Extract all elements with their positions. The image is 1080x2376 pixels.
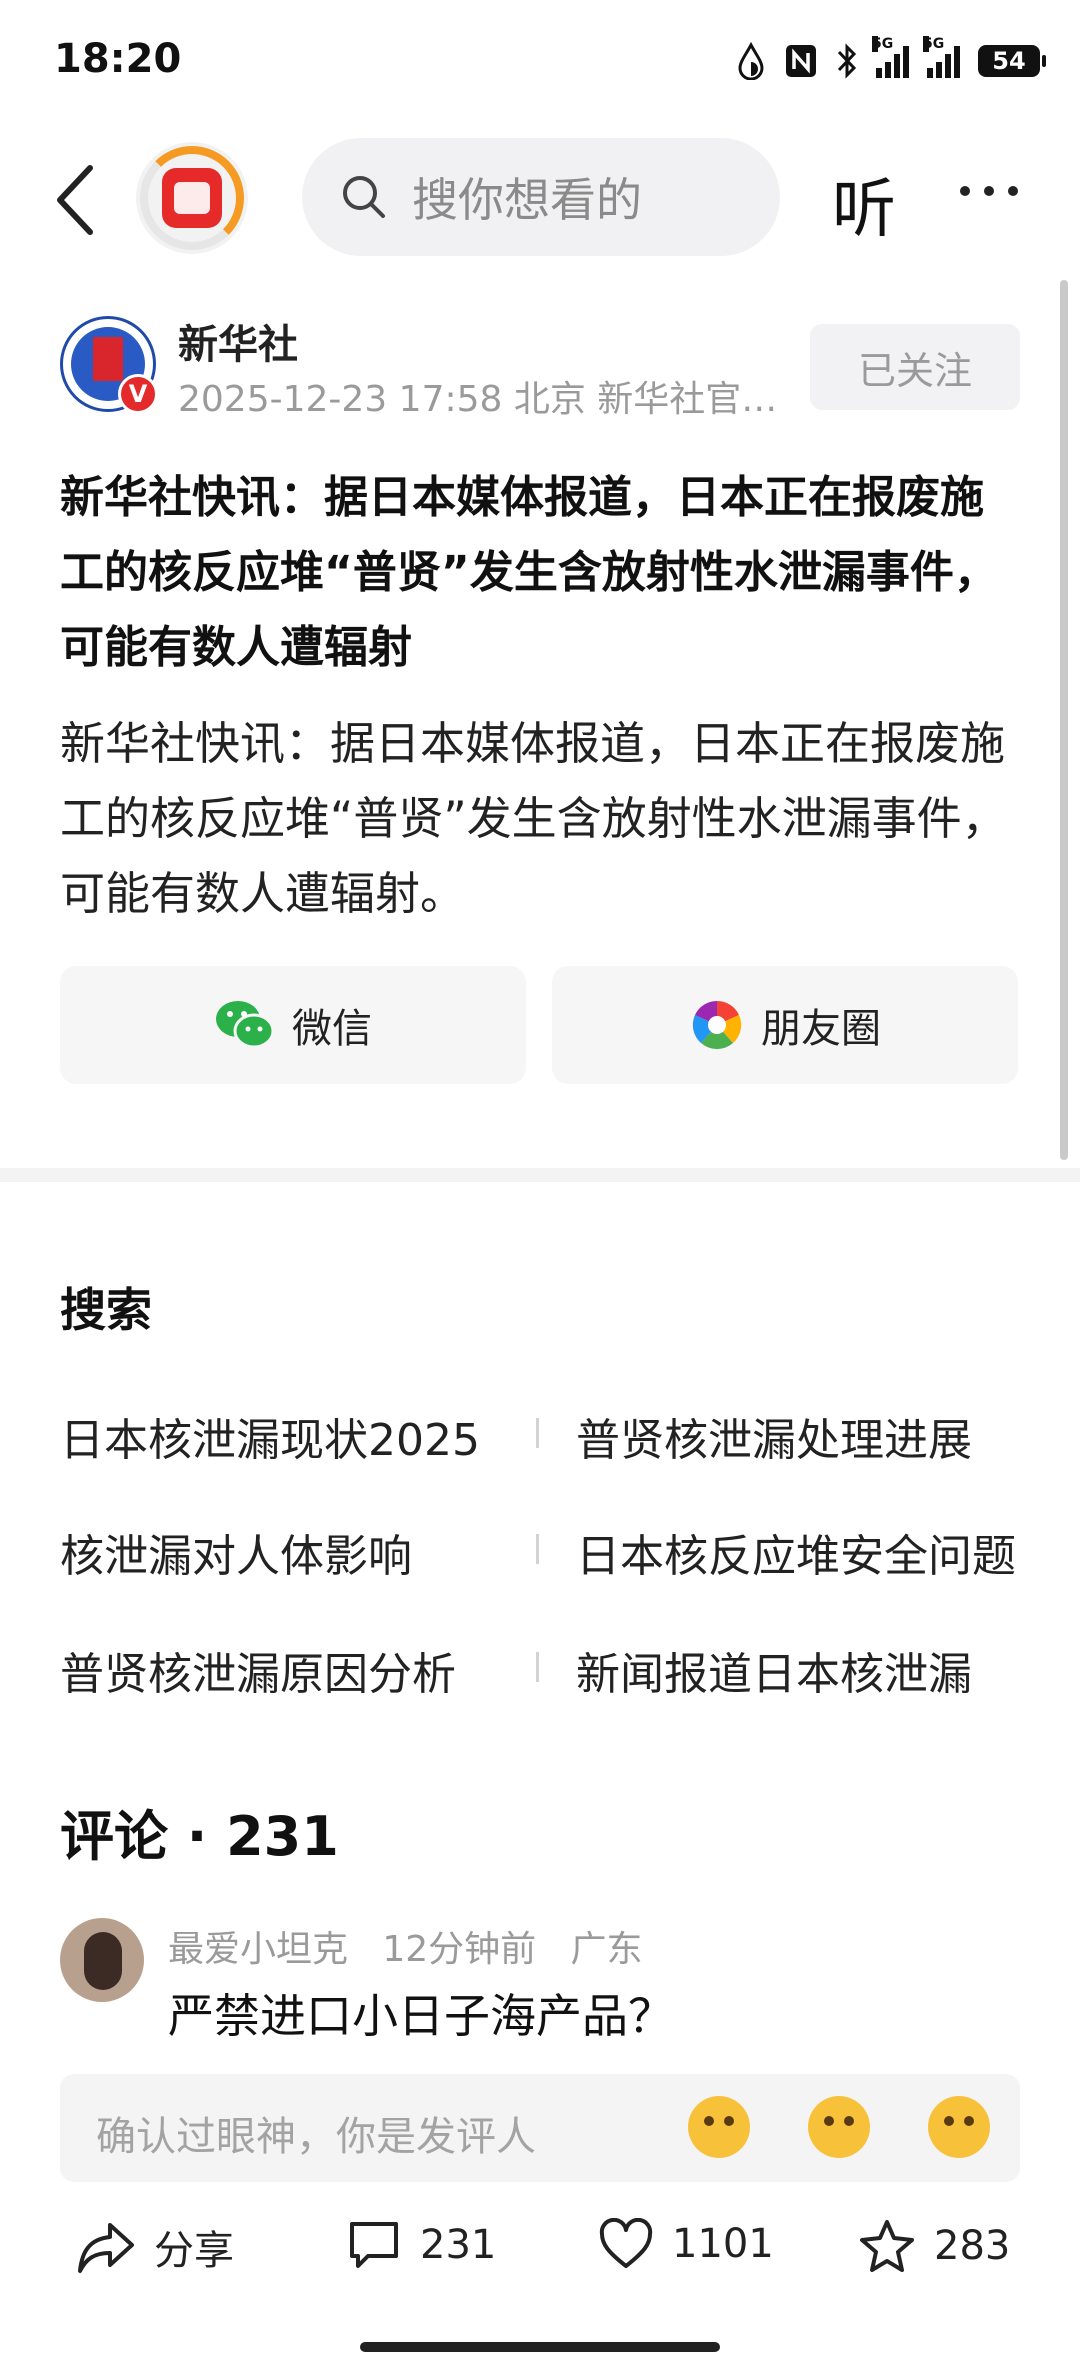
hand-over-mouth-emoji-icon[interactable] bbox=[808, 2096, 870, 2158]
star-icon bbox=[860, 2220, 914, 2272]
search-input[interactable]: 搜你想看的 bbox=[302, 138, 780, 256]
bluetooth-icon bbox=[837, 43, 857, 79]
comment-action-button[interactable]: 231 bbox=[346, 2218, 496, 2272]
thinking-emoji-icon[interactable] bbox=[928, 2096, 990, 2158]
comment-text: 严禁进口小日子海产品？ bbox=[168, 1989, 674, 2043]
water-drop-icon bbox=[738, 42, 764, 80]
heart-icon bbox=[599, 2218, 653, 2268]
search-icon bbox=[343, 176, 385, 218]
author-name[interactable]: 新华社 bbox=[178, 312, 298, 370]
share-wechat-label: 微信 bbox=[292, 1006, 372, 1052]
verified-badge: V bbox=[118, 374, 158, 414]
share-icon bbox=[78, 2223, 134, 2273]
commenter-name[interactable]: 最爱小坦克 bbox=[168, 1929, 348, 1970]
search-suggestion[interactable]: 日本核反应堆安全问题 bbox=[576, 1520, 1016, 1584]
search-suggestion[interactable]: 普贤核泄漏原因分析 bbox=[60, 1638, 500, 1702]
favorite-action-button[interactable]: 283 bbox=[858, 2218, 1010, 2274]
battery-icon: 54 bbox=[978, 45, 1046, 77]
app-logo[interactable] bbox=[136, 142, 248, 254]
comment-count: 231 bbox=[420, 2222, 497, 2268]
share-action-button[interactable]: 分享 bbox=[76, 2218, 234, 2276]
share-action-label: 分享 bbox=[154, 2228, 234, 2274]
scrollbar[interactable] bbox=[1060, 280, 1068, 1160]
search-placeholder: 搜你想看的 bbox=[412, 173, 642, 227]
search-suggestion[interactable]: 普贤核泄漏处理进展 bbox=[576, 1404, 1016, 1468]
more-icon[interactable] bbox=[960, 186, 1018, 196]
column-separator bbox=[536, 1534, 539, 1564]
status-time: 18:20 bbox=[54, 36, 182, 82]
article-body: 新华社快讯：据日本媒体报道，日本正在报废施工的核反应堆“普贤”发生含放射性水泄漏… bbox=[60, 717, 1007, 920]
comment-region: 广东 bbox=[570, 1929, 643, 1970]
signal-icon-2: 5G bbox=[923, 36, 960, 78]
share-moments-label: 朋友圈 bbox=[761, 1006, 881, 1052]
signal-icon-1: 5G bbox=[872, 36, 909, 78]
listen-button[interactable]: 听 bbox=[832, 158, 896, 250]
author-meta: 2025-12-23 17:58 北京 新华社官方... bbox=[178, 379, 788, 420]
comment-meta: 最爱小坦克 12分钟前 广东 bbox=[168, 1920, 643, 1972]
like-count: 1101 bbox=[672, 2221, 774, 2267]
column-separator bbox=[536, 1418, 539, 1448]
search-suggestion[interactable]: 日本核泄漏现状2025 bbox=[60, 1404, 500, 1468]
comment-icon bbox=[350, 2222, 398, 2268]
comment-input-placeholder: 确认过眼神，你是发评人 bbox=[96, 2114, 536, 2160]
favorite-count: 283 bbox=[934, 2223, 1011, 2269]
share-wechat-button[interactable]: 微信 bbox=[60, 966, 526, 1084]
column-separator bbox=[536, 1652, 539, 1682]
comment-time: 12分钟前 bbox=[382, 1929, 537, 1970]
commenter-avatar[interactable] bbox=[60, 1918, 144, 2002]
wechat-icon bbox=[216, 1001, 275, 1049]
search-suggestion[interactable]: 核泄漏对人体影响 bbox=[60, 1520, 500, 1584]
search-suggestion[interactable]: 新闻报道日本核泄漏 bbox=[576, 1638, 1016, 1702]
share-moments-button[interactable]: 朋友圈 bbox=[552, 966, 1018, 1084]
comments-title: 评论 · 231 bbox=[60, 1805, 339, 1868]
home-indicator[interactable] bbox=[360, 2342, 720, 2352]
nfc-icon bbox=[786, 45, 816, 77]
status-icons: 5G 5G 54 bbox=[736, 36, 1046, 84]
article-title: 新华社快讯：据日本媒体报道，日本正在报废施工的核反应堆“普贤”发生含放射性水泄漏… bbox=[60, 472, 998, 673]
back-arrow-icon[interactable] bbox=[50, 160, 100, 240]
moments-icon bbox=[692, 1000, 742, 1050]
search-section-title: 搜索 bbox=[60, 1283, 152, 1337]
like-action-button[interactable]: 1101 bbox=[598, 2218, 774, 2270]
comment-input[interactable]: 确认过眼神，你是发评人 bbox=[60, 2074, 1020, 2182]
follow-button[interactable]: 已关注 bbox=[810, 324, 1020, 410]
laughing-emoji-icon[interactable] bbox=[688, 2096, 750, 2158]
section-divider bbox=[0, 1168, 1080, 1182]
